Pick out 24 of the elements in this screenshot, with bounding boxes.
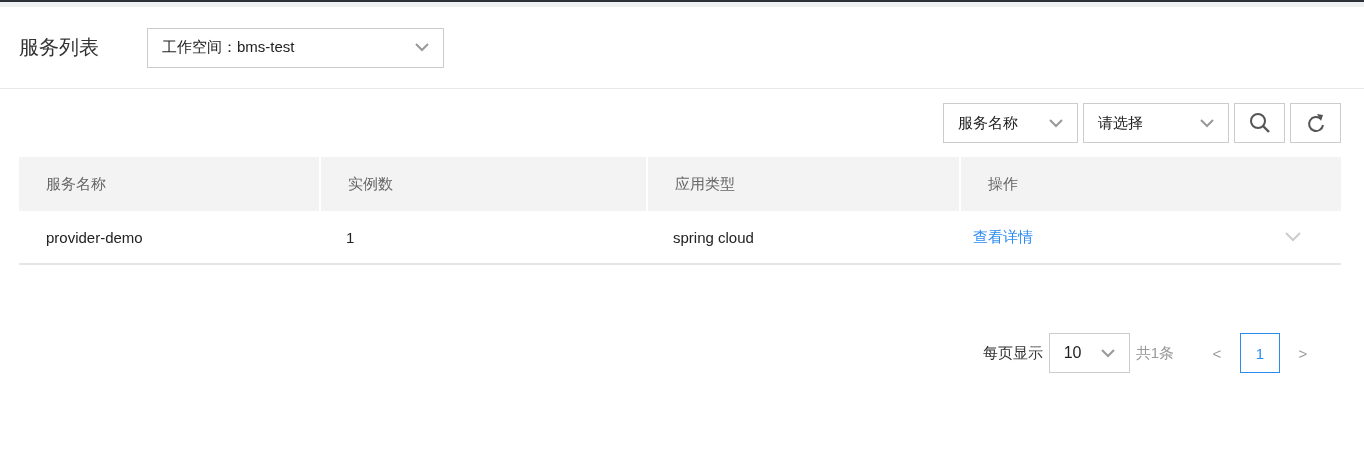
value-select[interactable]: 请选择 <box>1083 103 1229 143</box>
detail-link[interactable]: 查看详情 <box>973 227 1033 247</box>
page-button[interactable]: 1 <box>1240 333 1280 373</box>
field-select[interactable]: 服务名称 <box>943 103 1078 143</box>
refresh-icon <box>1305 112 1326 134</box>
page-size-label: 每页显示 <box>982 343 1043 363</box>
column-header: 实例数 <box>348 174 393 194</box>
page-size-select[interactable]: 10 <box>1048 333 1130 373</box>
chevron-down-icon <box>1100 348 1115 358</box>
total-count: 共1条 <box>1135 343 1174 363</box>
column-header: 应用类型 <box>675 174 735 194</box>
workspace-select[interactable]: 工作空间：bms-test <box>147 27 444 68</box>
column-header: 服务名称 <box>46 174 106 194</box>
chevron-down-icon <box>1200 118 1214 128</box>
search-button[interactable] <box>1234 103 1285 143</box>
refresh-button[interactable] <box>1290 103 1341 143</box>
table-cell: spring cloud <box>673 228 754 246</box>
column-header: 操作 <box>988 174 1018 194</box>
chevron-down-icon <box>1049 118 1063 128</box>
chevron-down-icon <box>415 43 429 52</box>
page-title: 服务列表 <box>19 35 99 60</box>
table-cell: 1 <box>346 228 355 246</box>
table-cell: provider-demo <box>46 228 143 246</box>
search-icon <box>1248 112 1271 134</box>
